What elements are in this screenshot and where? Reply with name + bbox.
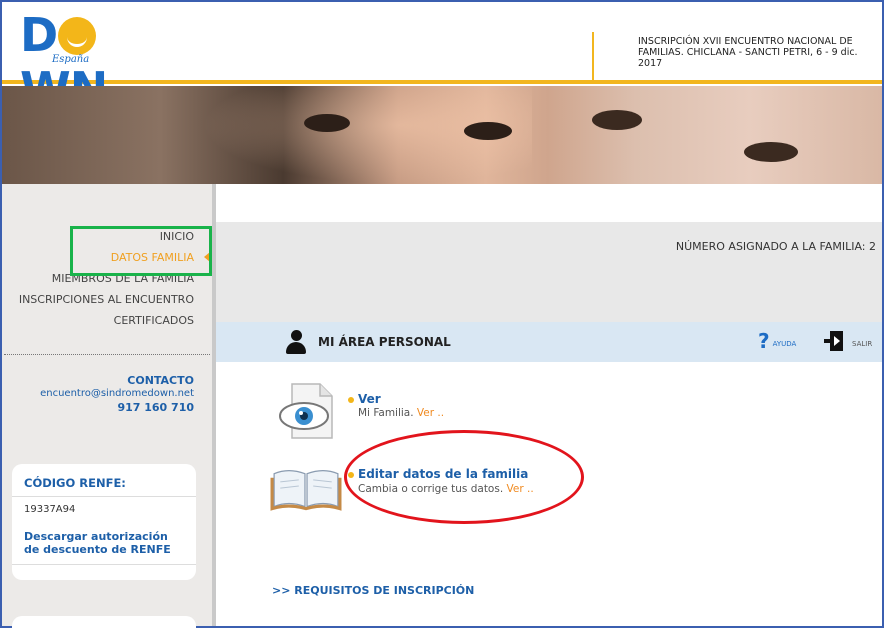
family-number: NÚMERO ASIGNADO A LA FAMILIA: 2 xyxy=(675,240,876,253)
down-espana-logo[interactable]: DWN España xyxy=(20,8,180,116)
contact-block: CONTACTO encuentro@sindromedown.net 917 … xyxy=(40,374,194,414)
contact-email[interactable]: encuentro@sindromedown.net xyxy=(40,388,194,399)
requisitos-link[interactable]: >> REQUISITOS DE INSCRIPCIÓN xyxy=(272,584,474,597)
help-label: AYUDA xyxy=(772,340,797,348)
area-title: MI ÁREA PERSONAL xyxy=(318,335,451,349)
renfe-download-link[interactable]: Descargar autorización de descuento de R… xyxy=(24,530,184,556)
renfe-box: CÓDIGO RENFE: 19337A94 Descargar autoriz… xyxy=(12,464,196,580)
sidebar-item-inscripciones[interactable]: INSCRIPCIONES AL ENCUENTRO xyxy=(19,289,194,310)
banner-photo xyxy=(2,86,882,184)
logout-button[interactable]: SALIR xyxy=(824,331,872,351)
open-book-icon xyxy=(270,469,342,511)
header-divider xyxy=(592,32,594,80)
ver-title[interactable]: Ver xyxy=(358,392,381,406)
family-info-band: NÚMERO ASIGNADO A LA FAMILIA: 2 xyxy=(216,222,882,322)
user-icon xyxy=(286,330,306,354)
sidebar-item-certificados[interactable]: CERTIFICADOS xyxy=(19,310,194,331)
renfe-title: CÓDIGO RENFE: xyxy=(24,476,126,490)
question-icon: ? xyxy=(758,329,770,353)
logo-subtext: España xyxy=(52,54,90,65)
header: DWN España INSCRIPCIÓN XVII ENCUENTRO NA… xyxy=(2,2,882,116)
help-button[interactable]: ? AYUDA xyxy=(758,331,796,351)
eye-document-icon xyxy=(279,383,333,439)
sidebar-divider xyxy=(4,354,210,355)
renfe-code: 19337A94 xyxy=(24,504,76,515)
smiley-icon xyxy=(58,17,97,55)
red-highlight-ellipse xyxy=(344,430,584,524)
contact-title: CONTACTO xyxy=(127,374,194,387)
area-bar: MI ÁREA PERSONAL ? AYUDA SALIR xyxy=(216,322,882,362)
contact-phone: 917 160 710 xyxy=(117,401,194,414)
ver-desc: Mi Familia. Ver .. xyxy=(358,407,445,419)
logout-icon xyxy=(824,331,844,351)
green-highlight-box xyxy=(70,226,212,276)
logout-label: SALIR xyxy=(852,340,873,348)
sidebar-box xyxy=(12,616,196,628)
event-title: INSCRIPCIÓN XVII ENCUENTRO NACIONAL DE F… xyxy=(638,36,858,69)
ver-more-link[interactable]: Ver .. xyxy=(417,407,444,419)
